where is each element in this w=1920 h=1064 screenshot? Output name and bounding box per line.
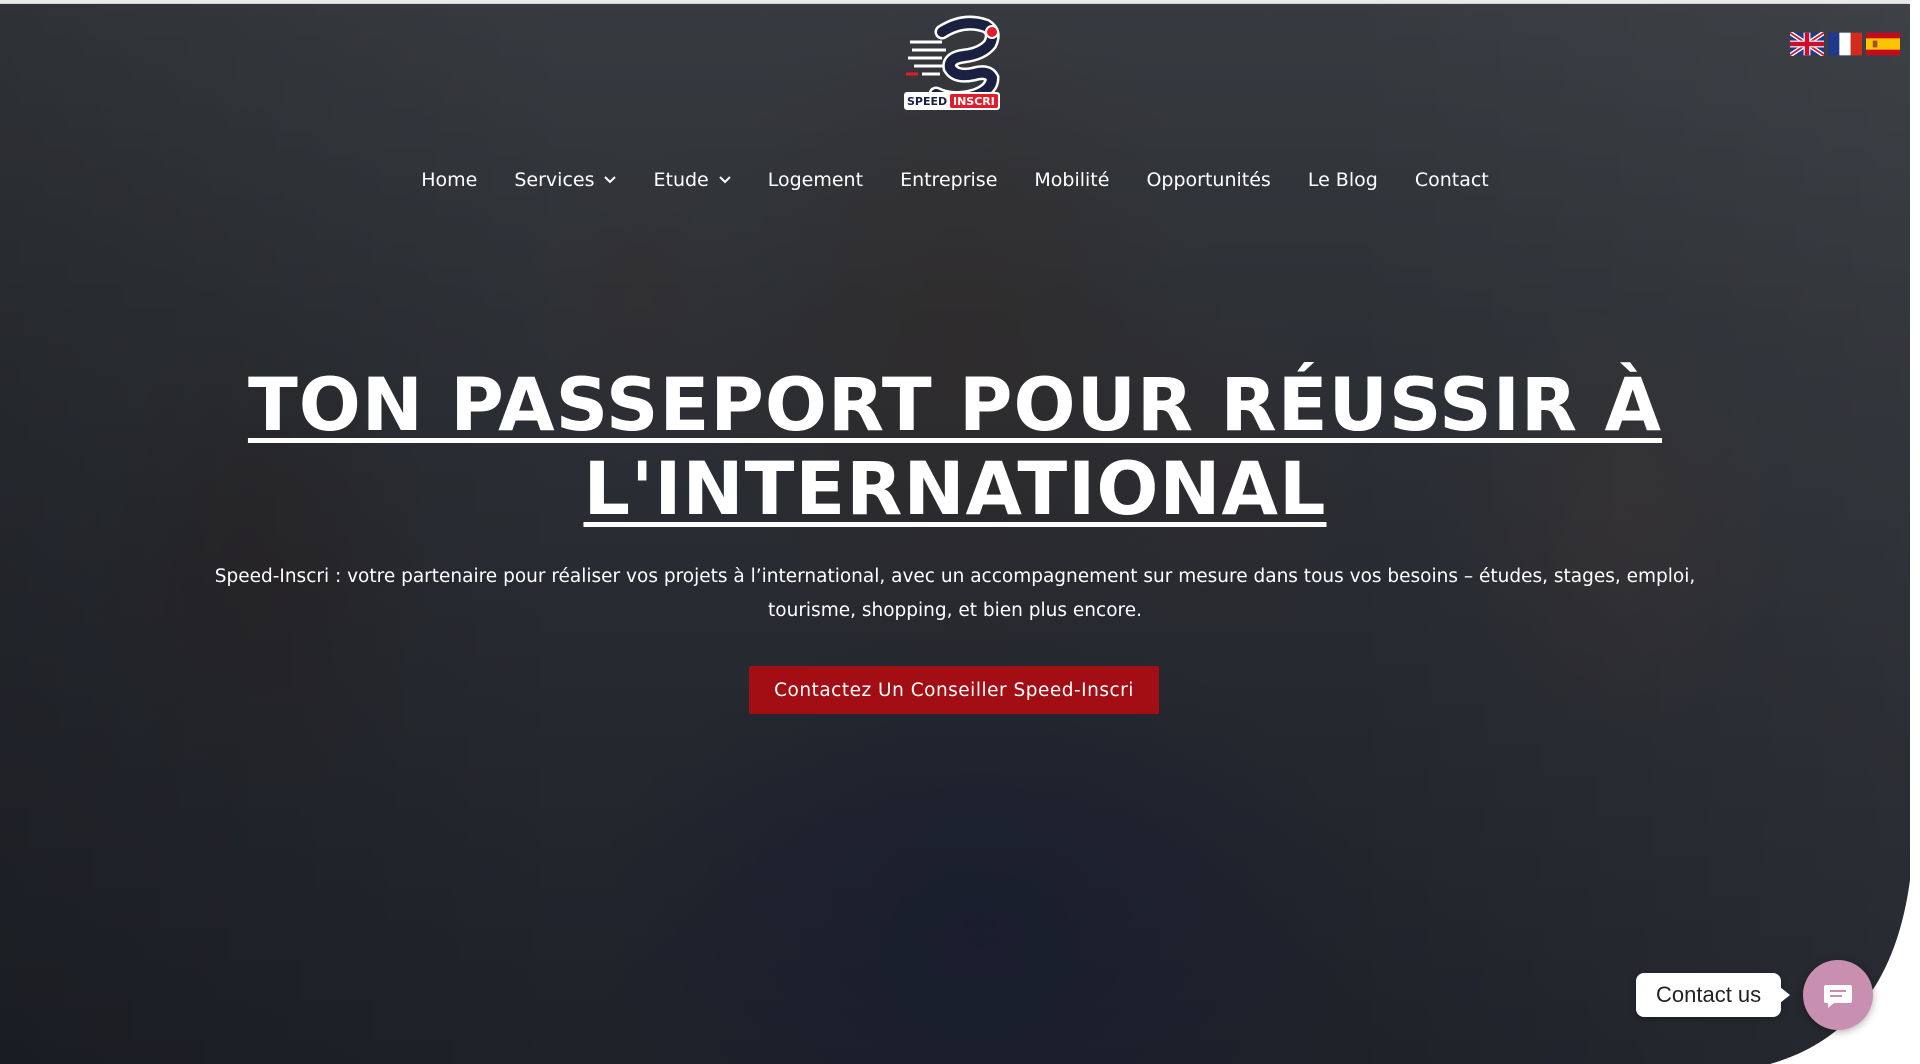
- hero-headline-line1: TON PASSEPORT POUR RÉUSSIR À: [247, 363, 1663, 448]
- contact-advisor-button[interactable]: Contactez Un Conseiller Speed-Inscri: [749, 666, 1159, 714]
- nav-item-services[interactable]: Services: [514, 169, 617, 191]
- chevron-down-icon: [719, 176, 731, 184]
- france-flag-icon[interactable]: [1828, 32, 1862, 56]
- logo-text-speed: SPEED: [907, 95, 947, 108]
- spain-flag-icon[interactable]: [1866, 32, 1900, 56]
- nav-label-contact: Contact: [1414, 169, 1489, 191]
- nav-item-entreprise[interactable]: Entreprise: [900, 169, 997, 191]
- main-navigation: Home Services Etude Logement Entreprise …: [0, 169, 1910, 191]
- language-switcher: [1790, 32, 1900, 56]
- nav-item-logement[interactable]: Logement: [768, 169, 863, 191]
- nav-item-home[interactable]: Home: [421, 169, 477, 191]
- contact-widget: Contact us: [1636, 960, 1874, 1030]
- logo-text-inscri: INSCRI: [953, 95, 995, 108]
- nav-label-opportunites: Opportunités: [1146, 169, 1271, 191]
- hero-headline-line2: L'INTERNATIONAL: [583, 447, 1327, 532]
- nav-label-mobilite: Mobilité: [1034, 169, 1110, 191]
- nav-label-services: Services: [514, 169, 595, 191]
- nav-label-blog: Le Blog: [1307, 169, 1378, 191]
- hero-subtitle: Speed-Inscri : votre partenaire pour réa…: [214, 566, 1696, 621]
- contact-chat-button[interactable]: [1803, 960, 1874, 1030]
- nav-item-etude[interactable]: Etude: [653, 169, 731, 191]
- nav-item-mobilite[interactable]: Mobilité: [1034, 169, 1109, 191]
- nav-item-blog[interactable]: Le Blog: [1308, 169, 1378, 191]
- chat-bubble-icon: [1824, 985, 1853, 1008]
- nav-label-home: Home: [421, 169, 478, 191]
- nav-item-opportunites[interactable]: Opportunités: [1146, 169, 1270, 191]
- nav-label-logement: Logement: [767, 169, 864, 191]
- uk-flag-icon[interactable]: [1790, 32, 1824, 56]
- nav-label-etude: Etude: [653, 169, 709, 191]
- nav-item-contact[interactable]: Contact: [1415, 169, 1489, 191]
- contact-us-label[interactable]: Contact us: [1636, 973, 1791, 1017]
- logo-icon: SPEED INSCRI: [904, 15, 1000, 110]
- nav-label-entreprise: Entreprise: [900, 169, 998, 191]
- speed-inscri-logo[interactable]: SPEED INSCRI: [902, 12, 1002, 112]
- hero-headline: TON PASSEPORT POUR RÉUSSIR À L'INTERNATI…: [160, 364, 1750, 532]
- hero-section: SPEED INSCRI Home Services Etude Logemen…: [0, 4, 1920, 1064]
- chevron-down-icon: [604, 176, 617, 184]
